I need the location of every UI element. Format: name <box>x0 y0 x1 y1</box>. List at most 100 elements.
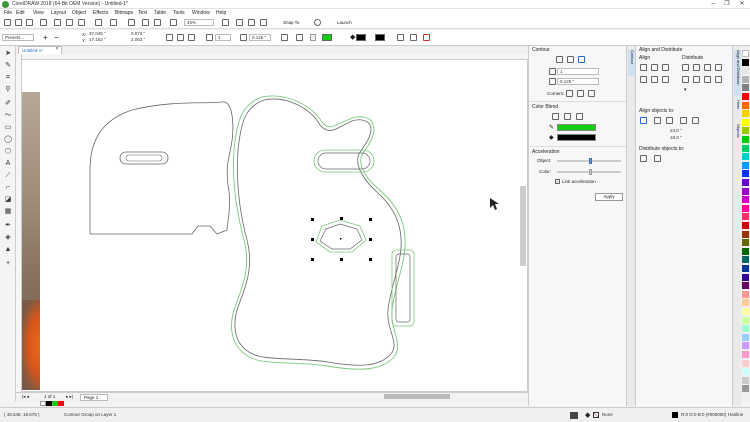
cut-icon[interactable] <box>54 19 61 26</box>
copy-contour-icon[interactable] <box>410 34 417 41</box>
no-fill-swatch[interactable] <box>593 412 599 418</box>
corner-bevel-icon[interactable] <box>588 90 595 97</box>
connector-tool-icon[interactable]: ⌐ <box>4 184 12 192</box>
palette-swatch[interactable] <box>742 290 749 298</box>
palette-swatch[interactable] <box>742 127 749 135</box>
minimize-button[interactable]: – <box>706 0 720 9</box>
palette-swatch[interactable] <box>742 213 749 221</box>
align-to-grid-icon[interactable] <box>680 117 687 124</box>
palette-swatch[interactable] <box>742 187 749 195</box>
palette-swatch[interactable] <box>742 118 749 126</box>
menu-table[interactable]: Table <box>154 10 166 16</box>
horizontal-scrollbar-thumb[interactable] <box>384 394 450 399</box>
rectangle-tool-icon[interactable]: ▭ <box>4 124 12 132</box>
parallel-dimension-icon[interactable]: ⟋ <box>4 172 12 180</box>
undo-icon[interactable] <box>95 19 102 26</box>
align-right-icon[interactable] <box>662 64 669 71</box>
palette-swatch[interactable] <box>742 179 749 186</box>
distribute-top-icon[interactable] <box>682 76 689 83</box>
contour-offset-field[interactable]: 0.125 " <box>249 34 271 41</box>
outline-color-swatch[interactable] <box>322 34 332 41</box>
full-screen-icon[interactable] <box>222 19 229 26</box>
menu-file[interactable]: File <box>4 10 12 16</box>
outline-color-picker[interactable] <box>557 124 596 131</box>
add-preset-icon[interactable]: + <box>43 33 48 42</box>
palette-swatch[interactable] <box>742 58 749 66</box>
align-to-active-icon[interactable] <box>640 117 647 124</box>
guitar-drawing[interactable] <box>22 60 522 392</box>
distribute-right-icon[interactable] <box>715 64 722 71</box>
acceleration-icon[interactable] <box>397 34 404 41</box>
ellipse-tool-icon[interactable]: ◯ <box>4 136 12 144</box>
palette-swatch[interactable] <box>742 204 749 212</box>
palette-swatch[interactable] <box>742 273 749 281</box>
link-acceleration-checkbox[interactable]: ✓ <box>555 179 560 184</box>
palette-swatch[interactable] <box>742 385 749 393</box>
options-gear-icon[interactable] <box>314 19 321 26</box>
clockwise-blend-icon[interactable] <box>564 113 571 120</box>
palette-swatch[interactable] <box>742 84 749 92</box>
freehand-tool-icon[interactable]: ✐ <box>4 100 12 108</box>
page-first-prev-buttons[interactable]: |◂ ◂ <box>22 394 29 400</box>
align-left-icon[interactable] <box>640 64 647 71</box>
align-to-page-edge-icon[interactable] <box>654 117 661 124</box>
palette-swatch[interactable] <box>742 247 749 255</box>
align-docker-tab[interactable]: Align and Distribute <box>734 50 741 96</box>
palette-swatch[interactable] <box>742 316 749 324</box>
palette-swatch[interactable] <box>742 282 749 290</box>
import-icon[interactable] <box>142 19 149 26</box>
outline-color-status-swatch[interactable] <box>672 412 678 418</box>
snap-to-dropdown[interactable]: Snap To <box>283 20 299 25</box>
palette-swatch[interactable] <box>742 161 749 169</box>
open-icon[interactable] <box>15 19 22 26</box>
steps-field[interactable]: 1 <box>557 68 599 75</box>
align-to-page-center-icon[interactable] <box>666 117 673 124</box>
align-center-h-icon[interactable] <box>651 64 658 71</box>
shape-tool-icon[interactable]: ✎ <box>4 62 12 70</box>
palette-swatch[interactable] <box>742 230 749 238</box>
distribute-center-h-icon[interactable] <box>693 64 700 71</box>
menu-layout[interactable]: Layout <box>51 10 66 16</box>
doc-swatch-red[interactable] <box>58 401 64 406</box>
interactive-fill-icon[interactable]: ◈ <box>4 234 12 242</box>
contour-docker-tab[interactable]: Contour <box>628 50 635 76</box>
palette-swatch[interactable] <box>742 342 749 350</box>
artistic-media-icon[interactable]: 〜 <box>4 112 12 120</box>
vertical-scrollbar-thumb[interactable] <box>520 186 526 266</box>
y-position-field[interactable]: 17.162 " <box>87 37 119 44</box>
corner-round-icon[interactable] <box>577 90 584 97</box>
palette-swatch[interactable] <box>742 359 749 367</box>
align-y-field[interactable]: 18.0 " <box>668 135 706 142</box>
palette-swatch[interactable] <box>742 376 749 384</box>
color-accel-thumb[interactable] <box>589 169 592 175</box>
palette-swatch[interactable] <box>742 299 749 307</box>
align-bottom-icon[interactable] <box>662 76 669 83</box>
save-icon[interactable] <box>26 19 33 26</box>
menu-help[interactable]: Help <box>216 10 226 16</box>
menu-window[interactable]: Window <box>192 10 210 16</box>
fill-color-picker[interactable] <box>557 134 596 141</box>
align-to-point-icon[interactable] <box>692 117 699 124</box>
height-field[interactable]: 2.063 " <box>129 37 157 44</box>
grid-icon[interactable] <box>248 19 255 26</box>
polygon-tool-icon[interactable]: ⬡ <box>4 148 12 156</box>
corner-miter-icon[interactable] <box>566 90 573 97</box>
distribute-spacing-v-icon[interactable] <box>704 76 711 83</box>
page-next-last-buttons[interactable]: ▸ ▸| <box>66 394 73 400</box>
distribute-left-icon[interactable] <box>682 64 689 71</box>
palette-swatch[interactable] <box>742 101 749 109</box>
palette-swatch[interactable] <box>742 308 749 315</box>
palette-swatch[interactable] <box>742 239 749 247</box>
palette-swatch[interactable] <box>742 75 749 83</box>
palette-swatch[interactable] <box>742 153 749 161</box>
align-center-v-icon[interactable] <box>651 76 658 83</box>
object-accel-thumb[interactable] <box>589 158 592 164</box>
pick-tool-icon[interactable]: ➤ <box>4 50 12 58</box>
text-tool-icon[interactable]: A <box>4 160 12 168</box>
distribute-spacing-h-icon[interactable] <box>704 64 711 71</box>
copy-icon[interactable] <box>66 19 73 26</box>
palette-swatch[interactable] <box>742 144 749 152</box>
inside-contour-icon[interactable] <box>177 34 184 41</box>
contour-steps-field[interactable]: 1 <box>215 34 231 41</box>
contour-to-center-icon[interactable] <box>556 56 563 63</box>
